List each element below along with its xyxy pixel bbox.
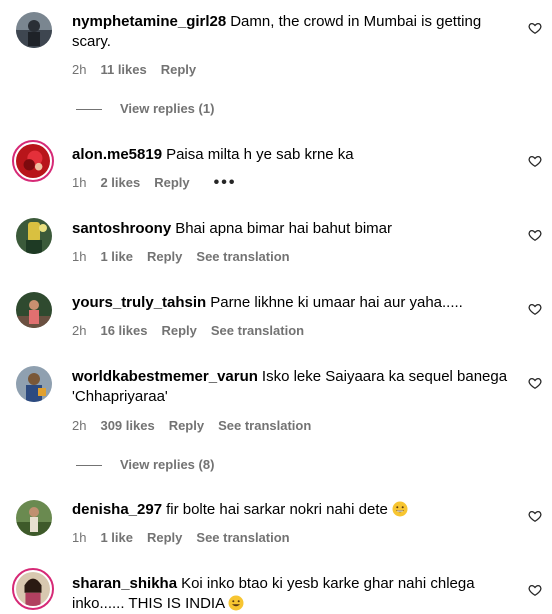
comment-username[interactable]: sharan_shikha — [72, 575, 177, 592]
avatar-image — [16, 292, 52, 328]
comment-time: 1h — [72, 175, 87, 190]
avatar-image — [16, 12, 52, 48]
like-button[interactable] — [528, 376, 542, 390]
view-replies-button[interactable]: View replies (8) — [76, 457, 214, 473]
comment-username[interactable]: alon.me5819 — [72, 146, 162, 163]
heart-outline-icon — [528, 510, 542, 523]
comment-username[interactable]: nymphetamine_girl28 — [72, 13, 226, 30]
comment-text: worldkabestmemer_varun Isko leke Saiyaara… — [72, 367, 512, 407]
like-button[interactable] — [528, 228, 542, 242]
see-translation-button[interactable]: See translation — [211, 323, 304, 338]
comment-likes[interactable]: 2 likes — [100, 175, 140, 190]
see-translation-button[interactable]: See translation — [196, 530, 289, 545]
like-button[interactable] — [528, 21, 542, 35]
comment-text: alon.me5819 Paisa milta h ye sab krne ka — [72, 145, 512, 165]
comment-username[interactable]: denisha_297 — [72, 501, 162, 518]
avatar[interactable] — [16, 12, 52, 48]
comment-time: 2h — [72, 323, 87, 338]
view-replies-label: View replies (8) — [120, 457, 215, 472]
reply-button[interactable]: Reply — [147, 530, 182, 545]
comment-body: Parne likhne ki umaar hai aur yaha..... — [210, 294, 463, 311]
avatar-image — [16, 500, 52, 536]
comment-body: Bhai apna bimar hai bahut bimar — [175, 220, 392, 237]
see-translation-button[interactable]: See translation — [196, 249, 289, 264]
comment-time: 1h — [72, 249, 87, 264]
comment-body: fir bolte hai sarkar nokri nahi dete — [166, 501, 388, 518]
comment-time: 2h — [72, 418, 87, 433]
comment-text: santoshroony Bhai apna bimar hai bahut bi… — [72, 219, 512, 239]
comment-username[interactable]: worldkabestmemer_varun — [72, 368, 258, 385]
comment-likes[interactable]: 309 likes — [100, 418, 154, 433]
comment-meta: 1h 2 likes Reply ••• — [72, 175, 250, 191]
grinning-face-emoji — [392, 501, 408, 517]
avatar-image — [16, 572, 50, 606]
grinning-face-emoji — [228, 595, 244, 611]
like-button[interactable] — [528, 154, 542, 168]
avatar[interactable] — [16, 500, 52, 536]
comment-meta: 1h 1 like Reply See translation — [72, 530, 304, 546]
comment-meta: 2h 16 likes Reply See translation — [72, 323, 318, 339]
see-translation-button[interactable]: See translation — [218, 418, 311, 433]
comment-meta: 2h 11 likes Reply — [72, 62, 210, 78]
reply-button[interactable]: Reply — [161, 62, 196, 77]
reply-button[interactable]: Reply — [154, 175, 189, 190]
heart-outline-icon — [528, 22, 542, 35]
heart-outline-icon — [528, 303, 542, 316]
comment-text: nymphetamine_girl28 Damn, the crowd in Mu… — [72, 12, 512, 52]
more-options-button[interactable]: ••• — [214, 174, 237, 191]
comment-likes[interactable]: 1 like — [100, 530, 133, 545]
avatar-image — [16, 366, 52, 402]
avatar[interactable] — [16, 292, 52, 328]
avatar[interactable] — [16, 366, 52, 402]
like-button[interactable] — [528, 509, 542, 523]
view-replies-button[interactable]: View replies (1) — [76, 101, 214, 117]
divider-line — [76, 465, 102, 467]
comment-body: Paisa milta h ye sab krne ka — [166, 146, 354, 163]
heart-outline-icon — [528, 377, 542, 390]
comment-time: 1h — [72, 530, 87, 545]
heart-outline-icon — [528, 155, 542, 168]
avatar[interactable] — [12, 568, 54, 610]
reply-button[interactable]: Reply — [147, 249, 182, 264]
reply-button[interactable]: Reply — [169, 418, 204, 433]
reply-button[interactable]: Reply — [161, 323, 196, 338]
avatar-image — [16, 218, 52, 254]
avatar[interactable] — [16, 218, 52, 254]
comment-username[interactable]: yours_truly_tahsin — [72, 294, 206, 311]
comment-likes[interactable]: 16 likes — [100, 323, 147, 338]
like-button[interactable] — [528, 583, 542, 597]
avatar[interactable] — [12, 140, 54, 182]
comment-time: 2h — [72, 62, 87, 77]
comment-text: yours_truly_tahsin Parne likhne ki umaar … — [72, 293, 512, 313]
avatar-image — [16, 144, 50, 178]
comment-likes[interactable]: 1 like — [100, 249, 133, 264]
divider-line — [76, 109, 102, 111]
like-button[interactable] — [528, 302, 542, 316]
comment-username[interactable]: santoshroony — [72, 220, 171, 237]
heart-outline-icon — [528, 584, 542, 597]
comment-meta: 2h 309 likes Reply See translation — [72, 418, 325, 434]
comment-meta: 1h 1 like Reply See translation — [72, 249, 304, 265]
comment-text: sharan_shikha Koi inko btao ki yesb karke… — [72, 574, 512, 614]
comment-likes[interactable]: 11 likes — [100, 62, 146, 77]
heart-outline-icon — [528, 229, 542, 242]
view-replies-label: View replies (1) — [120, 101, 215, 116]
comment-text: denisha_297 fir bolte hai sarkar nokri na… — [72, 500, 512, 520]
